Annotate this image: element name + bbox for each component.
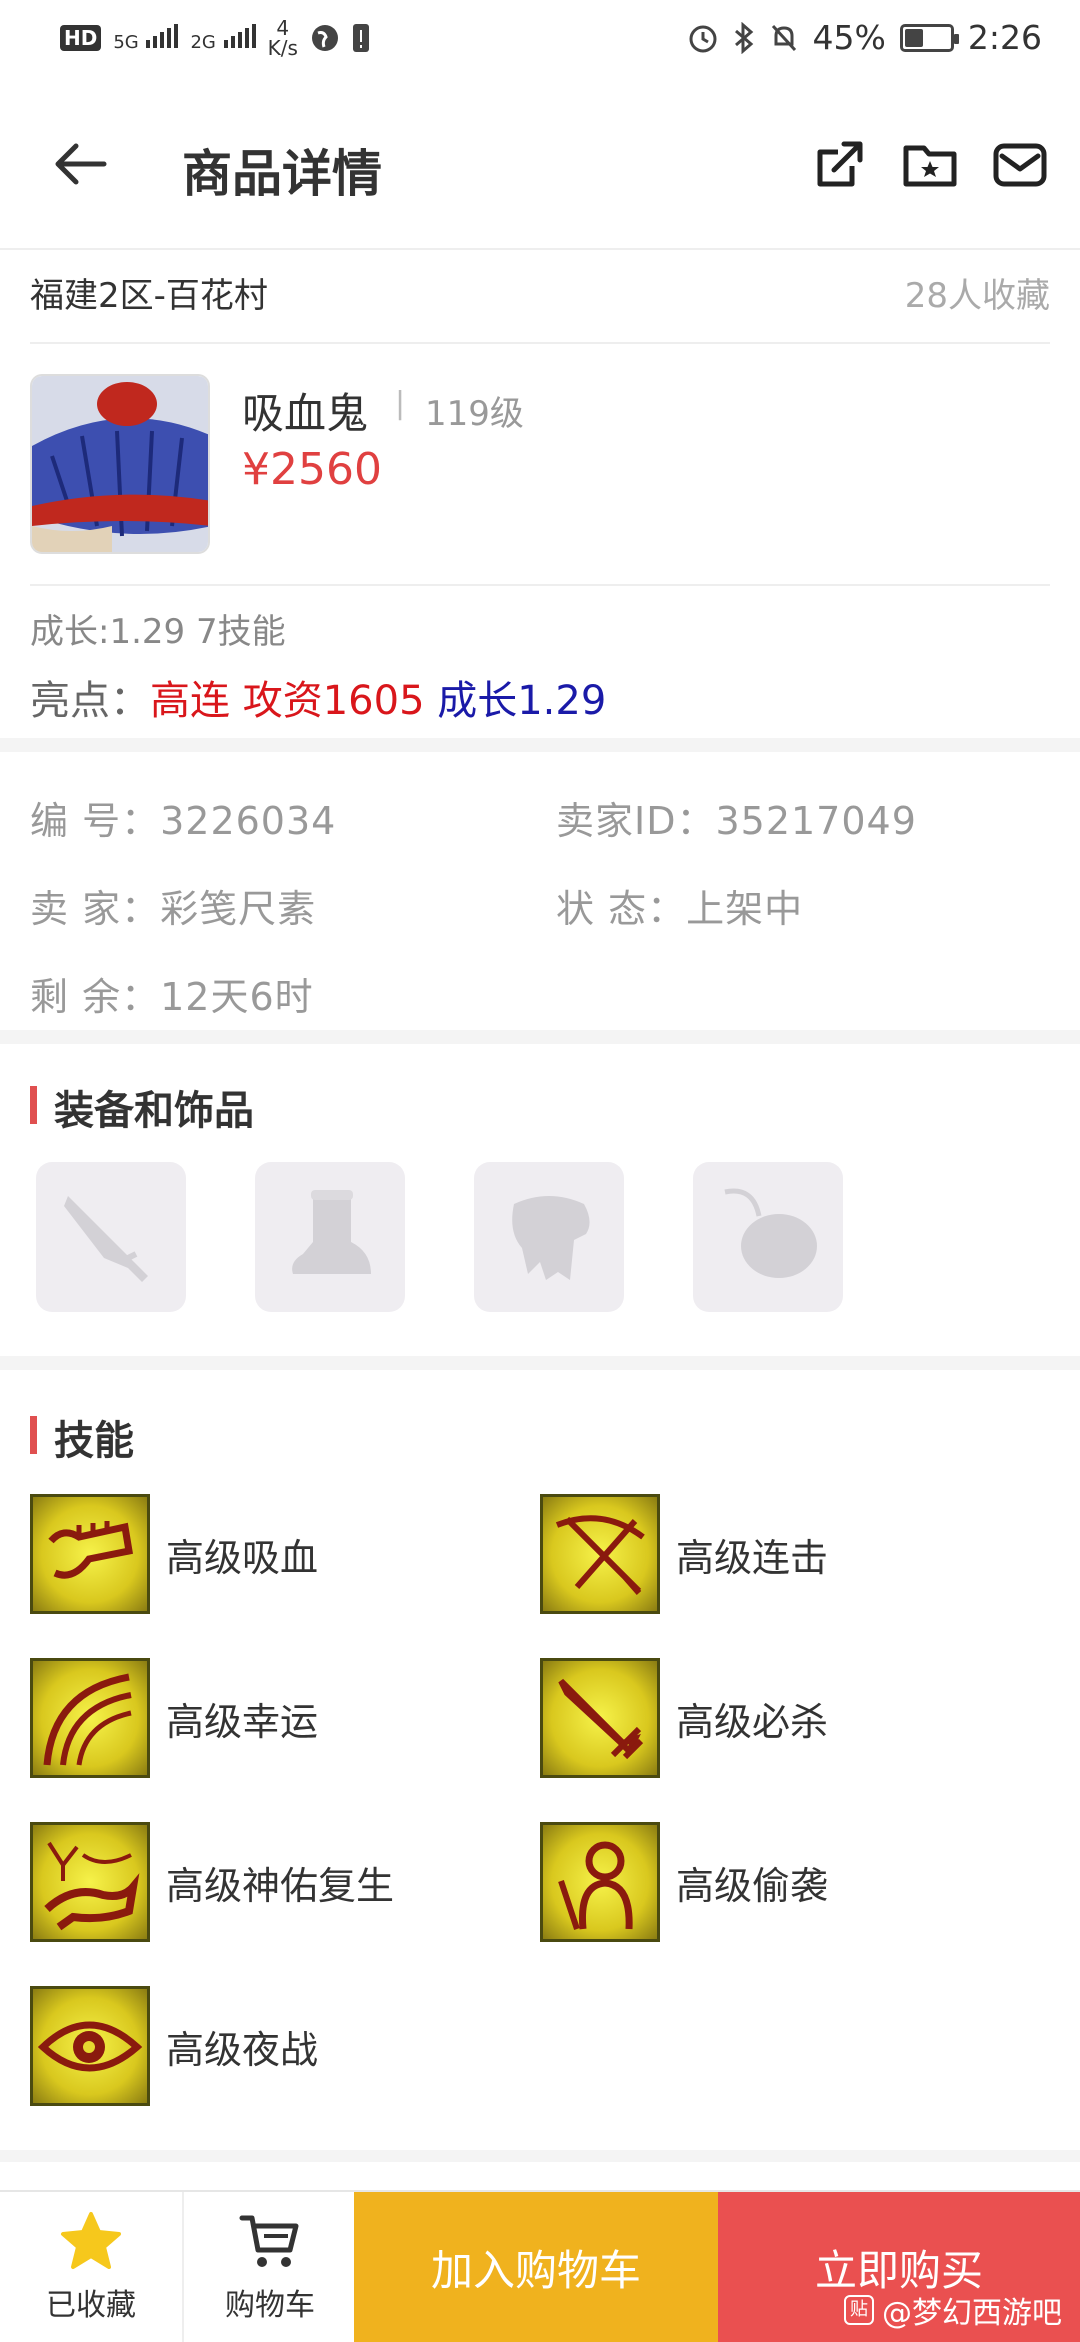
- status-bar: HD 5G 2G 4 K/s 45% 2:26: [0, 0, 1080, 82]
- seller-name: 卖 家：彩笺尺素: [30, 887, 317, 931]
- watermark-text: @梦幻西游吧: [882, 2296, 1062, 2331]
- section-gap: [0, 738, 1080, 752]
- net-speed: 4 K/s: [267, 16, 298, 60]
- section-gap: [0, 1030, 1080, 1044]
- pet-image[interactable]: [30, 374, 210, 554]
- skill-name: 高级幸运: [166, 1699, 319, 1744]
- skill-item[interactable]: 高级必杀: [540, 1658, 828, 1778]
- skill-combo-icon: [540, 1494, 660, 1614]
- skill-name: 高级必杀: [676, 1699, 829, 1744]
- name-separator: |: [395, 386, 406, 421]
- signal-5g-icon: 5G: [113, 23, 179, 53]
- skill-name: 高级神佑复生: [166, 1863, 395, 1908]
- section-gap: [0, 1356, 1080, 1370]
- cart-button[interactable]: 购物车: [186, 2192, 354, 2342]
- watermark: 贴 @梦幻西游吧: [844, 2288, 1062, 2332]
- skill-item[interactable]: 高级幸运: [30, 1658, 318, 1778]
- listing-status: 状 态：上架中: [556, 887, 804, 931]
- star-icon: [61, 2212, 121, 2269]
- alarm-icon: [689, 25, 717, 52]
- globe-icon: [311, 25, 338, 51]
- boot-icon: [292, 1190, 371, 1274]
- time-remaining: 剩 余：12天6时: [30, 975, 314, 1019]
- highlight-tag: 高连: [150, 678, 230, 724]
- bluetooth-icon: [734, 21, 753, 54]
- growth-skill-summary: 成长:1.29 7技能: [30, 612, 286, 652]
- pet-name: 吸血鬼: [242, 389, 369, 438]
- highlight-tag: 成长1.29: [437, 678, 607, 724]
- tieba-icon: 贴: [844, 2295, 874, 2325]
- skill-item[interactable]: 高级夜战: [30, 1986, 318, 2106]
- mute-bell-icon: [771, 24, 796, 51]
- skill-item[interactable]: 高级连击: [540, 1494, 828, 1614]
- server-region: 福建2区-百花村: [30, 276, 268, 316]
- skill-night-battle-icon: [30, 1986, 150, 2106]
- cart-label: 购物车: [225, 2288, 315, 2323]
- armor-icon: [512, 1196, 590, 1280]
- skill-item[interactable]: 高级偷袭: [540, 1822, 828, 1942]
- alert-icon: [352, 24, 369, 52]
- highlight-label: 亮点：: [30, 678, 150, 724]
- section-gap: [0, 2150, 1080, 2162]
- equipment-section-title: 装备和饰品: [30, 1078, 254, 1136]
- accessory-icon: [724, 1188, 817, 1278]
- signal-2g-icon: 2G: [190, 23, 256, 53]
- highlights: 亮点：高连 攻资1605 成长1.29: [30, 668, 606, 726]
- equipment-slot-weapon[interactable]: [36, 1162, 186, 1312]
- skill-item[interactable]: 高级吸血: [30, 1494, 318, 1614]
- highlight-tag: 攻资1605: [242, 678, 425, 724]
- page-title: 商品详情: [182, 145, 382, 203]
- divider: [30, 342, 1050, 344]
- share-icon[interactable]: [812, 136, 868, 192]
- mail-icon[interactable]: [992, 136, 1048, 192]
- weapon-icon: [64, 1196, 148, 1282]
- hd-badge: HD: [60, 25, 102, 51]
- folder-star-icon[interactable]: [902, 136, 958, 192]
- skill-name: 高级连击: [676, 1535, 829, 1580]
- clock-time: 2:26: [967, 18, 1042, 57]
- divider: [30, 584, 1050, 586]
- top-nav-bar: 商品详情: [0, 82, 1080, 250]
- equipment-slot-boots[interactable]: [255, 1162, 405, 1312]
- cart-icon: [239, 2215, 299, 2267]
- skill-luck-icon: [30, 1658, 150, 1778]
- favorite-button[interactable]: 已收藏: [0, 2192, 184, 2342]
- skill-critical-icon: [540, 1658, 660, 1778]
- equipment-slot-accessory[interactable]: [693, 1162, 843, 1312]
- skill-revive-icon: [30, 1822, 150, 1942]
- skills-section-title: 技能: [30, 1408, 134, 1466]
- item-id: 编 号：3226034: [30, 799, 337, 843]
- skill-sneak-attack-icon: [540, 1822, 660, 1942]
- favorite-label: 已收藏: [46, 2288, 136, 2323]
- favorite-count: 28人收藏: [904, 276, 1050, 316]
- skill-name: 高级夜战: [166, 2027, 319, 2072]
- price: ¥2560: [242, 444, 382, 495]
- pet-level: 119级: [425, 394, 524, 434]
- equipment-slot-armor[interactable]: [474, 1162, 624, 1312]
- skill-name: 高级偷袭: [676, 1863, 829, 1908]
- skill-item[interactable]: 高级神佑复生: [30, 1822, 394, 1942]
- add-to-cart-button[interactable]: 加入购物车: [354, 2192, 718, 2342]
- battery-percent: 45%: [812, 18, 886, 57]
- battery-icon: [899, 23, 959, 52]
- skill-life-drain-icon: [30, 1494, 150, 1614]
- skill-name: 高级吸血: [166, 1535, 319, 1580]
- seller-id: 卖家ID：35217049: [556, 799, 917, 843]
- back-arrow-icon[interactable]: [50, 134, 110, 194]
